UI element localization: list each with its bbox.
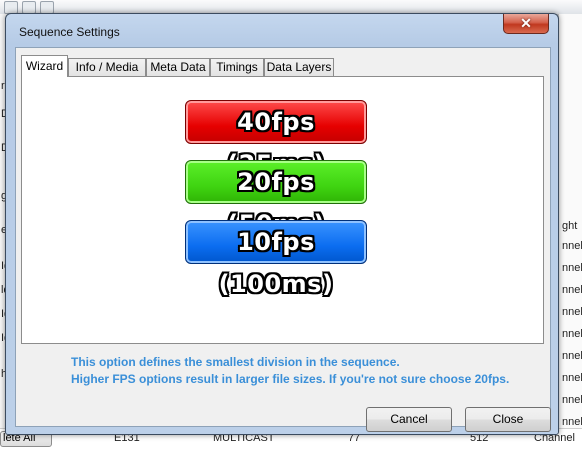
close-button[interactable]: Close: [465, 407, 551, 432]
bg-right-label: nnel: [562, 328, 582, 340]
bg-right-label: nnel: [562, 394, 582, 406]
tab-meta-data[interactable]: Meta Data: [146, 58, 210, 76]
tab-data-layers[interactable]: Data Layers: [264, 58, 334, 76]
hint-text-line-2: Higher FPS options result in larger file…: [71, 372, 510, 386]
sequence-settings-dialog: Sequence Settings ✕ Wizard Info / Media …: [5, 13, 559, 435]
bg-right-label: nnel: [562, 372, 582, 384]
bg-right-label: nnel: [562, 240, 582, 252]
dialog-client-area: Wizard Info / Media Meta Data Timings Da…: [15, 47, 551, 432]
fps-40-button[interactable]: 40fps (25ms): [185, 100, 367, 178]
tab-info-media[interactable]: Info / Media: [68, 58, 146, 76]
dialog-title: Sequence Settings: [19, 25, 120, 39]
wizard-panel: 40fps (25ms) 20fps (50ms) 10fps (100ms): [21, 76, 544, 344]
tab-wizard[interactable]: Wizard: [21, 55, 68, 77]
bg-right-label: ght: [562, 220, 578, 232]
fps-20-button[interactable]: 20fps (50ms): [185, 160, 367, 238]
fps-10-button[interactable]: 10fps (100ms): [185, 220, 367, 298]
hint-text-line-1: This option defines the smallest divisio…: [71, 355, 400, 369]
close-icon[interactable]: ✕: [503, 14, 549, 34]
bg-right-label: nnel: [562, 284, 582, 296]
cancel-button[interactable]: Cancel: [366, 407, 452, 432]
bg-right-label: nnel: [562, 262, 582, 274]
tab-timings[interactable]: Timings: [210, 58, 264, 76]
background-right-column: ght nnel nnel nnel nnel nnel nnel nnel n…: [558, 14, 582, 448]
bg-right-label: nnel: [562, 416, 582, 428]
bg-right-label: nnel: [562, 350, 582, 362]
bg-right-label: nnel: [562, 306, 582, 318]
